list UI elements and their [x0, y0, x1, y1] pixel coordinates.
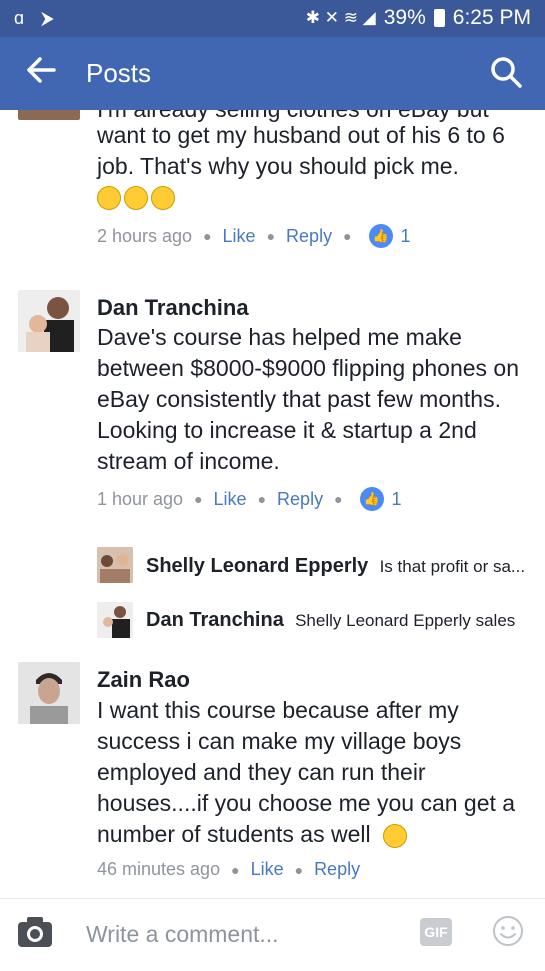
reply-author[interactable]: Dan Tranchina [146, 609, 284, 631]
tongue-emoji-icon [151, 186, 175, 210]
comment-text: I want this course because after my succ… [97, 695, 537, 850]
avatar-photo [18, 290, 80, 352]
like-count[interactable]: 1 [401, 226, 411, 247]
comment-input[interactable]: Write a comment... [86, 921, 279, 948]
back-arrow-icon[interactable] [24, 53, 58, 87]
comment-time: 2 hours ago [97, 225, 193, 246]
comment-composer: Write a comment... GIF [0, 898, 545, 971]
comments-list[interactable]: I'm already selling clothes on eBay but … [0, 110, 545, 890]
reply-line: Dan Tranchina Shelly Leonard Epperly sal… [146, 609, 515, 632]
camera-icon[interactable] [16, 915, 54, 949]
comment-time: 46 minutes ago [97, 859, 221, 879]
avatar-photo [18, 662, 80, 724]
reply-text: Shelly Leonard Epperly sales [295, 611, 516, 630]
signal-icons: ✱ ✕ ≋ ◢ [305, 8, 376, 27]
comment-text: Dave's course has helped me make between… [97, 324, 520, 474]
tongue-emoji-icon [124, 186, 148, 210]
reply-text: Is that profit or sa... [379, 557, 526, 576]
tongue-emoji-icon [97, 186, 121, 210]
battery-icon [433, 9, 445, 27]
commenter-name[interactable]: Zain Rao [97, 667, 190, 693]
like-button[interactable]: Like [251, 859, 284, 880]
comment-text-body: I want this course because after my succ… [97, 697, 516, 847]
avatar[interactable] [97, 602, 133, 638]
comment-meta: 1 hour ago ● Like ● Reply ● 👍 1 [97, 487, 402, 511]
sticker-smiley-icon[interactable] [492, 915, 524, 947]
avatar[interactable] [97, 547, 133, 583]
reply-button[interactable]: Reply [277, 489, 323, 510]
thumbs-up-icon: 👍 [368, 224, 393, 248]
app-bar: Posts [0, 37, 545, 110]
avatar-photo [97, 602, 133, 638]
battery-percent: 39% [383, 6, 426, 29]
reply-line: Shelly Leonard Epperly Is that profit or… [146, 555, 525, 578]
reply-button[interactable]: Reply [286, 226, 332, 247]
page-title: Posts [86, 58, 152, 88]
comment-meta: 2 hours ago ● Like ● Reply ● 👍 1 [97, 224, 411, 248]
like-count[interactable]: 1 [392, 489, 402, 510]
smile-emoji-icon [382, 823, 407, 848]
reply-button[interactable]: Reply [314, 859, 360, 880]
avatar[interactable] [18, 110, 80, 120]
reply-author[interactable]: Shelly Leonard Epperly [146, 555, 368, 577]
avatar-photo [97, 547, 133, 583]
avatar[interactable] [18, 662, 80, 724]
emoji-row [97, 186, 178, 210]
comment-meta: 46 minutes ago ● Like ● Reply [97, 859, 361, 880]
clock-time: 6:25 PM [452, 6, 531, 29]
like-button[interactable]: Like [214, 489, 247, 510]
gif-button[interactable]: GIF [420, 918, 452, 946]
notification-icons: ɑ ⮞ [14, 8, 61, 28]
status-bar: ɑ ⮞ ✱ ✕ ≋ ◢ 39% 6:25 PM [0, 0, 545, 37]
commenter-name[interactable]: Dan Tranchina [97, 295, 249, 321]
comment-time: 1 hour ago [97, 488, 184, 509]
avatar[interactable] [18, 290, 80, 352]
like-button[interactable]: Like [223, 226, 256, 247]
comment-text: want to get my husband out of his 6 to 6… [97, 122, 505, 179]
thumbs-up-icon: 👍 [359, 487, 384, 511]
search-icon[interactable] [489, 55, 523, 89]
